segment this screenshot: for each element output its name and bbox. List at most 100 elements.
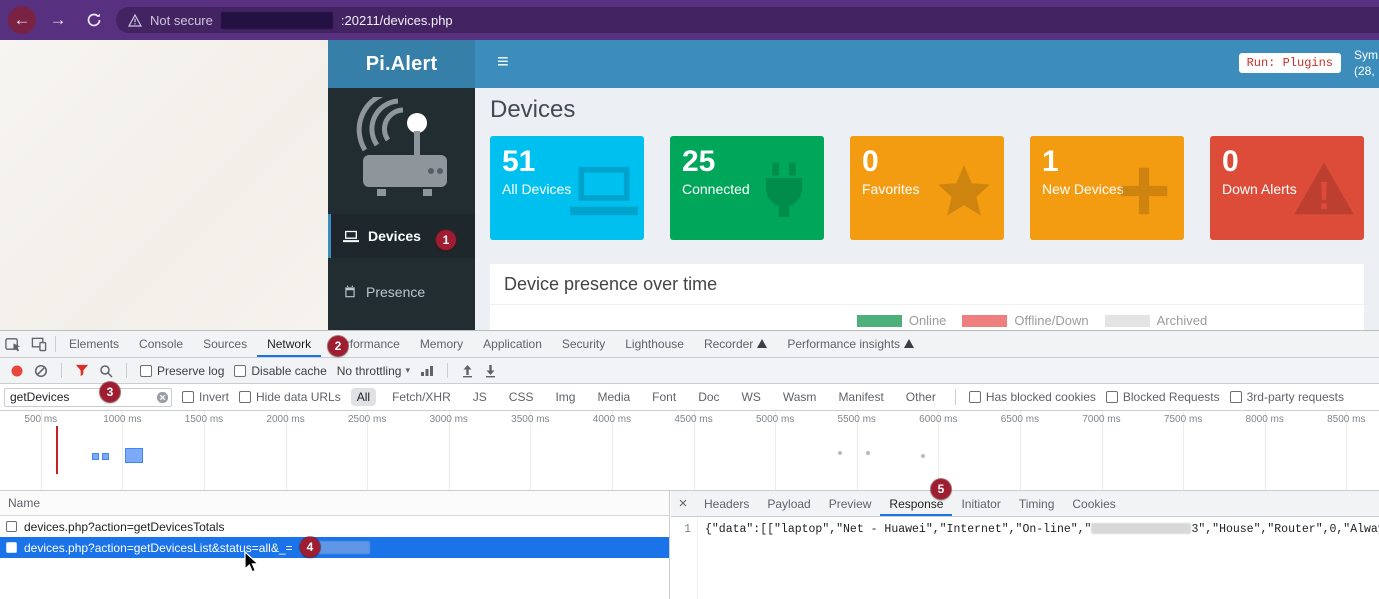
device-toolbar-icon xyxy=(31,336,47,352)
tab-elements[interactable]: Elements xyxy=(59,331,129,357)
annotation-step-2: 2 xyxy=(328,336,348,356)
response-body[interactable]: 1 {"data":[["laptop","Net - Huawei","Int… xyxy=(671,517,1379,599)
filter-type-wasm[interactable]: Wasm xyxy=(777,388,823,406)
legend-swatch xyxy=(1105,315,1150,327)
network-filter-row: Invert Hide data URLs All Fetch/XHR JS C… xyxy=(0,384,1379,411)
warning-triangle-icon xyxy=(1290,160,1358,222)
checkbox[interactable] xyxy=(6,521,17,532)
requests-table: Name devices.php?action=getDevicesTotals… xyxy=(0,491,670,599)
search-button[interactable] xyxy=(99,364,113,378)
inspect-element-button[interactable] xyxy=(0,331,26,357)
divider xyxy=(955,389,956,405)
details-tab-preview[interactable]: Preview xyxy=(820,491,881,516)
tab-lighthouse[interactable]: Lighthouse xyxy=(615,331,694,357)
tab-security[interactable]: Security xyxy=(552,331,615,357)
details-tab-cookies[interactable]: Cookies xyxy=(1063,491,1124,516)
tab-console[interactable]: Console xyxy=(129,331,193,357)
import-har-icon[interactable] xyxy=(461,364,474,378)
checkbox[interactable] xyxy=(6,542,17,553)
experiment-warning-icon xyxy=(757,339,767,349)
refresh-button[interactable] xyxy=(80,6,108,34)
address-bar[interactable]: Not secure :20211/devices.php xyxy=(116,7,1379,33)
has-blocked-cookies-checkbox[interactable]: Has blocked cookies xyxy=(969,390,1096,404)
tab-memory[interactable]: Memory xyxy=(410,331,473,357)
annotation-step-4: 4 xyxy=(300,537,320,557)
stat-cards: 51 All Devices 25 Connected 0 Favorites xyxy=(490,136,1364,240)
app-header: ≡ Run: Plugins Sym (28, xyxy=(475,40,1379,88)
filter-type-fetch-xhr[interactable]: Fetch/XHR xyxy=(386,388,457,406)
export-har-icon[interactable] xyxy=(484,364,497,378)
clear-button[interactable] xyxy=(34,364,48,378)
requests-name-column-header[interactable]: Name xyxy=(0,491,669,516)
filter-type-font[interactable]: Font xyxy=(646,388,682,406)
third-party-requests-checkbox[interactable]: 3rd-party requests xyxy=(1230,390,1344,404)
tab-performance-insights[interactable]: Performance insights xyxy=(777,331,924,357)
app-logo[interactable]: Pi.Alert xyxy=(328,40,475,88)
request-row-get-devices-list[interactable]: devices.php?action=getDevicesList&status… xyxy=(0,537,669,558)
stat-card-connected[interactable]: 25 Connected xyxy=(670,136,824,240)
legend-item-offline: Offline/Down xyxy=(962,313,1088,328)
run-plugins-button[interactable]: Run: Plugins xyxy=(1239,53,1341,73)
filter-type-css[interactable]: CSS xyxy=(503,388,540,406)
tab-network[interactable]: Network xyxy=(257,331,321,357)
tab-application[interactable]: Application xyxy=(473,331,552,357)
sidebar-item-presence[interactable]: Presence xyxy=(328,270,475,314)
filter-type-other[interactable]: Other xyxy=(900,388,942,406)
filter-type-img[interactable]: Img xyxy=(549,388,581,406)
filter-type-ws[interactable]: WS xyxy=(736,388,767,406)
filter-button[interactable] xyxy=(75,364,89,377)
tab-recorder[interactable]: Recorder xyxy=(694,331,777,357)
request-row-get-devices-totals[interactable]: devices.php?action=getDevicesTotals xyxy=(0,516,669,537)
hide-data-urls-checkbox[interactable]: Hide data URLs xyxy=(239,390,341,404)
blocked-requests-checkbox[interactable]: Blocked Requests xyxy=(1106,390,1220,404)
not-secure-warning-icon xyxy=(128,14,142,27)
legend-item-archived: Archived xyxy=(1105,313,1208,328)
checkbox xyxy=(969,391,981,403)
filter-type-doc[interactable]: Doc xyxy=(692,388,725,406)
network-detail-area: Name devices.php?action=getDevicesTotals… xyxy=(0,491,1379,599)
stat-card-all-devices[interactable]: 51 All Devices xyxy=(490,136,644,240)
stat-card-down-alerts[interactable]: 0 Down Alerts xyxy=(1210,136,1364,240)
back-button[interactable]: ← xyxy=(8,6,36,34)
menu-toggle-icon[interactable]: ≡ xyxy=(497,51,509,74)
throttling-select[interactable]: No throttling ▾ xyxy=(337,364,410,378)
record-button[interactable] xyxy=(10,364,24,378)
network-overview-timeline[interactable]: 500 ms 1000 ms 1500 ms 2000 ms 2500 ms 3… xyxy=(0,411,1379,491)
legend-swatch xyxy=(962,315,1007,327)
stat-card-favorites[interactable]: 0 Favorites xyxy=(850,136,1004,240)
forward-button[interactable]: → xyxy=(44,6,72,34)
redacted-host xyxy=(221,12,333,29)
details-tab-payload[interactable]: Payload xyxy=(758,491,819,516)
filter-type-manifest[interactable]: Manifest xyxy=(832,388,889,406)
checkbox xyxy=(182,391,194,403)
stat-card-new-devices[interactable]: 1 New Devices xyxy=(1030,136,1184,240)
details-tab-initiator[interactable]: Initiator xyxy=(952,491,1009,516)
star-icon xyxy=(930,160,998,222)
clear-filter-icon[interactable] xyxy=(156,391,169,404)
legend-swatch xyxy=(857,315,902,327)
device-toolbar-button[interactable] xyxy=(26,331,52,357)
tab-sources[interactable]: Sources xyxy=(193,331,257,357)
filter-input[interactable] xyxy=(4,388,172,407)
close-icon[interactable]: × xyxy=(671,491,695,516)
plus-icon xyxy=(1110,160,1178,222)
details-tab-timing[interactable]: Timing xyxy=(1010,491,1064,516)
preserve-log-checkbox[interactable]: Preserve log xyxy=(140,364,224,378)
filter-type-media[interactable]: Media xyxy=(591,388,636,406)
mouse-cursor xyxy=(243,551,262,575)
disable-cache-checkbox[interactable]: Disable cache xyxy=(234,364,326,378)
filter-type-js[interactable]: JS xyxy=(467,388,493,406)
devtools-panel: Elements Console Sources Network Perform… xyxy=(0,330,1379,599)
response-json-line: {"data":[["laptop","Net - Huawei","Inter… xyxy=(698,517,1379,599)
details-tab-headers[interactable]: Headers xyxy=(695,491,758,516)
invert-checkbox[interactable]: Invert xyxy=(182,390,229,404)
app-content: Devices 51 All Devices 25 Connected 0 xyxy=(475,88,1379,330)
timeline-activity-mark xyxy=(102,453,109,460)
line-number-gutter: 1 xyxy=(671,517,698,599)
filter-type-all[interactable]: All xyxy=(351,388,376,406)
network-conditions-icon[interactable] xyxy=(420,365,434,377)
sidebar-menu: Devices Presence xyxy=(328,214,475,314)
header-corner-label[interactable]: Sym (28, xyxy=(1354,47,1379,79)
network-toolbar: Preserve log Disable cache No throttling… xyxy=(0,358,1379,384)
divider xyxy=(490,304,1364,305)
